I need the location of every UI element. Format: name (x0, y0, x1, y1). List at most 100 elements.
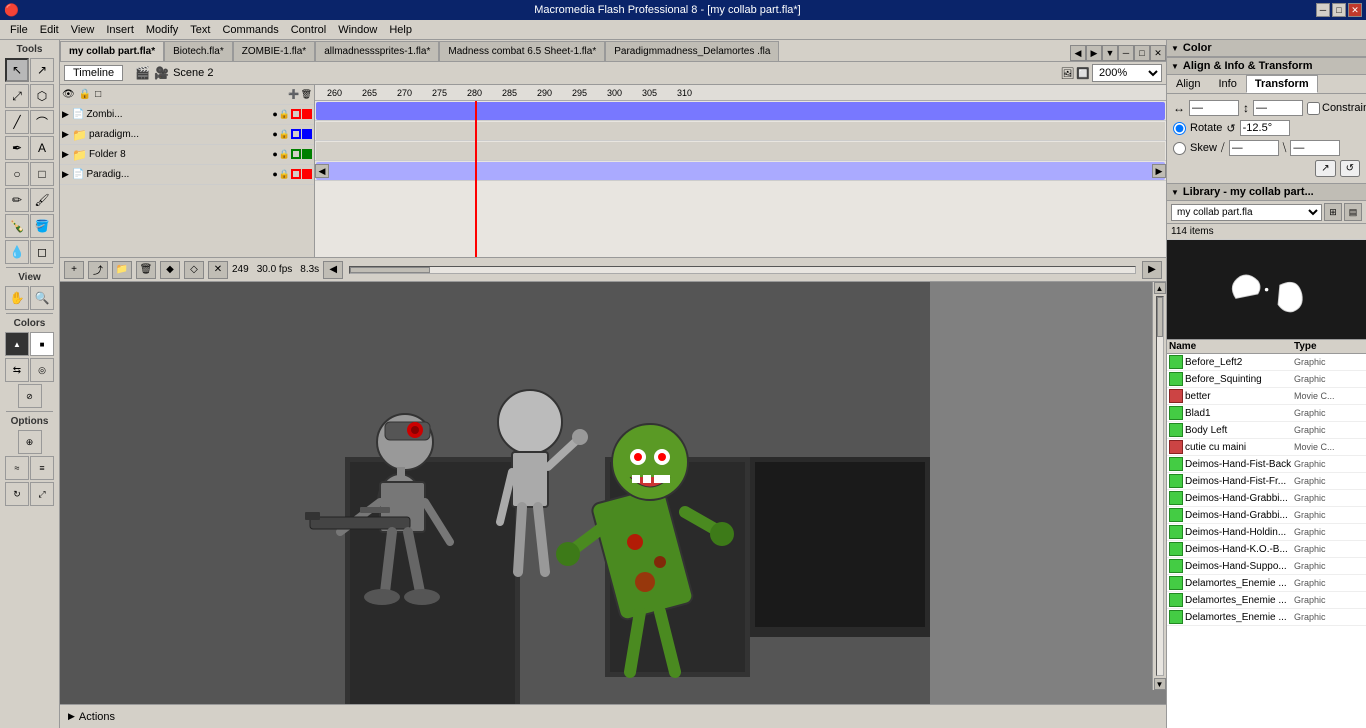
frame-span-paradigm[interactable] (316, 122, 1165, 140)
library-panel-header[interactable]: ▼ Library - my collab part... (1167, 184, 1366, 201)
layer-expand-paradigm[interactable]: ▶ (62, 129, 72, 140)
color-folder8[interactable] (302, 149, 312, 159)
lock-zombi[interactable]: 🔒 (279, 109, 290, 120)
skew-v-input[interactable] (1290, 140, 1340, 156)
lib-item-deimos-suppo[interactable]: Deimos-Hand-Suppo... Graphic (1167, 558, 1366, 575)
timeline-scrollbar[interactable] (349, 266, 1136, 274)
reset-transform-btn[interactable]: ↺ (1340, 160, 1360, 177)
vscroll-thumb[interactable] (1157, 297, 1163, 337)
library-new-symbol-btn[interactable]: ⊞ (1324, 203, 1342, 221)
no-color[interactable]: ⊘ (18, 384, 42, 408)
fill-transform-tool[interactable]: ⬡ (30, 84, 54, 108)
lib-item-deimos-fist-fr[interactable]: Deimos-Hand-Fist-Fr... Graphic (1167, 473, 1366, 490)
menu-text[interactable]: Text (184, 22, 216, 38)
add-layer-btn[interactable]: + (64, 261, 84, 279)
swap-colors[interactable]: ⇆ (5, 358, 29, 382)
actions-expand-arrow[interactable]: ▶ (68, 711, 75, 722)
align-tab[interactable]: Align (1167, 75, 1209, 93)
color-paradigm[interactable] (302, 129, 312, 139)
outline-paradig[interactable] (291, 169, 301, 179)
skew-h-input[interactable] (1229, 140, 1279, 156)
copy-transform-btn[interactable]: ↗ (1315, 160, 1335, 177)
rotate-input[interactable] (1240, 120, 1290, 136)
color-panel-header[interactable]: ▼ Color (1167, 40, 1366, 57)
width-input[interactable] (1189, 100, 1239, 116)
menu-help[interactable]: Help (383, 22, 418, 38)
delete-layer-btn[interactable]: 🗑 (136, 261, 156, 279)
zoom-tool[interactable]: 🔍 (30, 286, 54, 310)
menu-edit[interactable]: Edit (34, 22, 65, 38)
frames-scroll-right[interactable]: ▶ (1152, 164, 1166, 178)
lib-item-before-left2[interactable]: Before_Left2 Graphic (1167, 354, 1366, 371)
lib-item-deimos-grabbi-2[interactable]: Deimos-Hand-Grabbi... Graphic (1167, 507, 1366, 524)
layer-paradigm-folder[interactable]: ▶ 📁 paradigm... ● 🔒 (60, 125, 314, 145)
add-motion-guide-btn[interactable]: ⤴ (88, 261, 108, 279)
menu-window[interactable]: Window (332, 22, 383, 38)
lib-item-deimos-grabbi-1[interactable]: Deimos-Hand-Grabbi... Graphic (1167, 490, 1366, 507)
info-tab[interactable]: Info (1209, 75, 1245, 93)
doc-tab-paradigm[interactable]: Paradigmmadness_Delamortes .fla (605, 41, 779, 61)
tab-scroll-left[interactable]: ◀ (1070, 45, 1086, 61)
subselect-tool[interactable]: ↗ (30, 58, 54, 82)
vscroll-down-btn[interactable]: ▼ (1154, 678, 1166, 690)
layer-paradig[interactable]: ▶ 📄 Paradig... ● 🔒 (60, 165, 314, 185)
add-layer-icon[interactable]: ➕ (288, 89, 299, 100)
add-folder-btn[interactable]: 📁 (112, 261, 132, 279)
frame-span-paradig[interactable] (316, 162, 1165, 180)
pen-tool[interactable]: ✒ (5, 136, 29, 160)
brush-tool[interactable]: 🖌 (30, 188, 54, 212)
remove-frame-btn[interactable]: ✕ (208, 261, 228, 279)
transform-tab[interactable]: Transform (1246, 75, 1318, 93)
lock-paradig[interactable]: 🔒 (279, 169, 290, 180)
vscroll-track[interactable] (1156, 296, 1164, 676)
library-file-select[interactable]: my collab part.fla (1171, 204, 1322, 221)
lib-item-delamortes-enemie-3[interactable]: Delamortes_Enemie ... Graphic (1167, 609, 1366, 626)
menu-file[interactable]: File (4, 22, 34, 38)
lib-item-delamortes-enemie-2[interactable]: Delamortes_Enemie ... Graphic (1167, 592, 1366, 609)
delete-layer-icon[interactable]: 🗑 (301, 89, 312, 100)
lib-item-body-left[interactable]: Body Left Graphic (1167, 422, 1366, 439)
lib-item-cutie-cu-maini[interactable]: cutie cu maini Movie C... (1167, 439, 1366, 456)
doc-tab-zombie[interactable]: ZOMBIE-1.fla* (233, 41, 315, 61)
doc-tab-madnesscombat[interactable]: Madness combat 6.5 Sheet-1.fla* (439, 41, 605, 61)
tab-close-doc[interactable]: ✕ (1150, 45, 1166, 61)
paint-bucket-tool[interactable]: 🪣 (30, 214, 54, 238)
lasso-tool[interactable]: ⌒ (30, 110, 54, 134)
tab-scroll-right[interactable]: ▶ (1086, 45, 1102, 61)
doc-tab-allmadness[interactable]: allmadnesssprites-1.fla* (315, 41, 439, 61)
straighten-option[interactable]: ≡ (30, 456, 54, 480)
line-tool[interactable]: ╱ (5, 110, 29, 134)
ait-panel-header[interactable]: ▼ Align & Info & Transform (1167, 58, 1366, 75)
tab-menu[interactable]: ▼ (1102, 45, 1118, 61)
layer-expand-zombi[interactable]: ▶ (62, 109, 72, 120)
lock-folder8[interactable]: 🔒 (279, 149, 290, 160)
eye-paradig[interactable]: ● (272, 169, 277, 180)
library-options-btn[interactable]: ▤ (1344, 203, 1362, 221)
eyedropper-tool[interactable]: 💧 (5, 240, 29, 264)
layer-expand-folder8[interactable]: ▶ (62, 149, 72, 160)
menu-modify[interactable]: Modify (140, 22, 184, 38)
color-paradig[interactable] (302, 169, 312, 179)
color-zombi[interactable] (302, 109, 312, 119)
arrow-tool[interactable]: ↖ (5, 58, 29, 82)
stage[interactable]: WE ARE NOT PERFECT UNTIL YOU ARE (60, 282, 1166, 704)
layer-expand-paradig[interactable]: ▶ (62, 169, 72, 180)
doc-tab-biotech[interactable]: Biotech.fla* (164, 41, 233, 61)
close-button[interactable]: ✕ (1348, 3, 1362, 17)
ink-tool[interactable]: 🍾 (5, 214, 29, 238)
lib-item-before-squinting[interactable]: Before_Squinting Graphic (1167, 371, 1366, 388)
timeline-scroll-left[interactable]: ◀ (323, 261, 343, 279)
eraser-tool[interactable]: ◻ (30, 240, 54, 264)
layer-folder8[interactable]: ▶ 📁 Folder 8 ● 🔒 (60, 145, 314, 165)
rect-tool[interactable]: □ (30, 162, 54, 186)
menu-commands[interactable]: Commands (216, 22, 284, 38)
menu-view[interactable]: View (65, 22, 101, 38)
outline-zombi[interactable] (291, 109, 301, 119)
height-input[interactable] (1253, 100, 1303, 116)
free-transform-tool[interactable]: ⤢ (5, 84, 29, 108)
maximize-button[interactable]: □ (1332, 3, 1346, 17)
frame-span-folder8[interactable] (316, 142, 1165, 160)
text-tool[interactable]: A (30, 136, 54, 160)
minimize-button[interactable]: ─ (1316, 3, 1330, 17)
outline-folder8[interactable] (291, 149, 301, 159)
